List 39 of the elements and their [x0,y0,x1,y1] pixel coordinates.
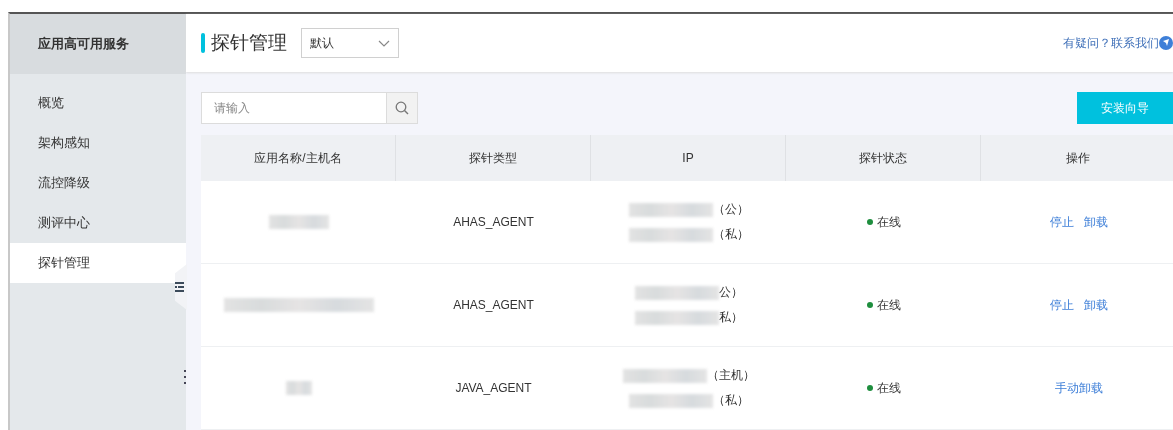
column-header: 探针类型 [396,135,591,181]
table-cell: JAVA_AGENT [455,381,532,395]
sidebar-title: 应用高可用服务 [38,35,129,53]
search-button[interactable] [387,92,418,124]
contact-link[interactable]: 有疑问？联系我们 [1063,34,1159,52]
table-cell: AHAS_AGENT [453,215,534,229]
column-header: IP [591,135,786,181]
sidebar-item[interactable]: 架构感知 [10,123,186,163]
action-link[interactable]: 卸载 [1083,296,1108,314]
sidebar-item[interactable]: 测评中心 [10,203,186,243]
title-accent-bar [201,33,205,53]
sidebar-item[interactable]: 概览 [10,83,186,123]
sidebar-item[interactable]: 探针管理 [10,243,186,283]
search-icon [395,101,409,115]
ip-type-label: （公） [712,201,749,218]
sidebar-item[interactable]: 流控降级 [10,163,186,203]
menu-icon [175,282,184,292]
chevron-down-icon [378,39,390,47]
namespace-dropdown[interactable]: 默认 [301,28,399,58]
ip-type-label: 公） [718,284,743,301]
ip-type-label: 私） [718,309,743,326]
action-link[interactable]: 停止 [1049,296,1074,314]
column-header: 应用名称/主机名 [201,135,396,181]
table-cell: AHAS_AGENT [453,298,534,312]
search-field[interactable]: 请输入 [201,92,387,124]
ip-type-label: （私） [712,392,749,409]
page-title: 探针管理 [211,31,287,55]
ip-type-label: （主机） [706,367,755,384]
ip-type-label: （私） [712,226,749,243]
status-text: 在线 [876,379,901,397]
action-link[interactable]: 手动卸载 [1054,379,1103,397]
column-header: 探针状态 [786,135,981,181]
action-link[interactable]: 停止 [1049,213,1074,231]
drag-handle-icon[interactable] [184,370,186,384]
status-text: 在线 [876,296,901,314]
action-link[interactable]: 卸载 [1083,213,1108,231]
column-header: 操作 [981,135,1173,181]
status-text: 在线 [876,213,901,231]
contact-icon[interactable] [1159,36,1173,50]
